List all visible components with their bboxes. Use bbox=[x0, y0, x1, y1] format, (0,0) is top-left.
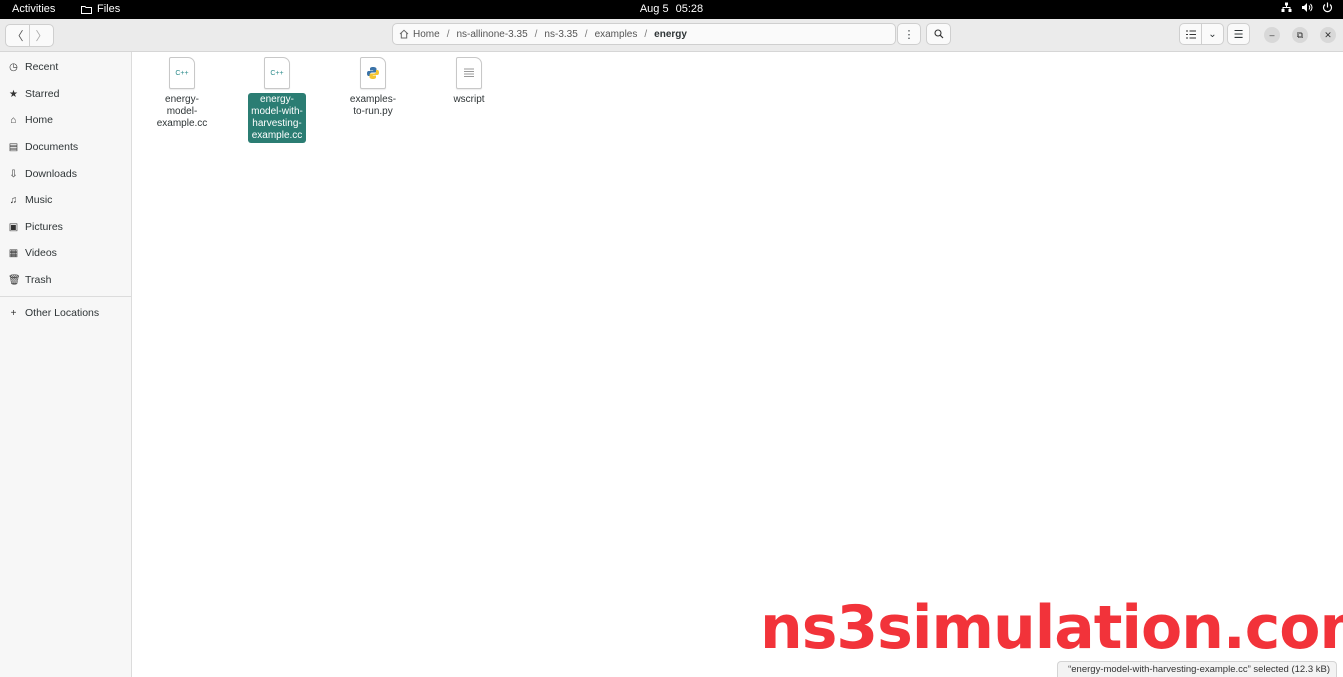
sidebar-item-recent[interactable]: ◷ Recent bbox=[8, 59, 58, 75]
sidebar-item-label: Starred bbox=[25, 88, 60, 100]
search-button[interactable] bbox=[926, 23, 951, 45]
date-label: Aug 5 bbox=[639, 3, 669, 15]
system-menu[interactable] bbox=[1281, 2, 1333, 13]
trash-icon: 🗑 bbox=[8, 274, 21, 286]
python-icon bbox=[367, 67, 379, 79]
path-bar: Home / ns-allinone-3.35 / ns-3.35 / exam… bbox=[392, 23, 896, 45]
breadcrumb-separator: / bbox=[446, 28, 450, 40]
minimize-button[interactable]: – bbox=[1264, 27, 1280, 43]
network-icon bbox=[1281, 2, 1292, 12]
sidebar-item-downloads[interactable]: ⇩ Downloads bbox=[8, 166, 77, 182]
sidebar-item-label: Videos bbox=[25, 247, 57, 259]
list-view-button[interactable] bbox=[1180, 24, 1201, 44]
file-name: examples-to-run.py bbox=[349, 94, 397, 117]
sidebar-item-pictures[interactable]: ▣ Pictures bbox=[8, 219, 63, 235]
breadcrumb-ns-allinone[interactable]: ns-allinone-3.35 bbox=[456, 29, 527, 40]
breadcrumb-home[interactable]: Home bbox=[399, 29, 440, 40]
file-name: energy-model-example.cc bbox=[156, 94, 208, 129]
file-item[interactable]: wscript bbox=[437, 57, 501, 107]
back-button[interactable]: 〈 bbox=[6, 25, 29, 46]
view-options-button[interactable]: ⌄ bbox=[1201, 24, 1223, 44]
sidebar-item-documents[interactable]: ▤ Documents bbox=[8, 139, 78, 155]
path-menu-button[interactable]: ⋮ bbox=[897, 23, 921, 45]
clock-icon: ◷ bbox=[9, 61, 18, 73]
sidebar-item-label: Documents bbox=[25, 141, 79, 153]
file-item-selected[interactable]: C++ energy-model-with-harvesting-example… bbox=[245, 57, 309, 143]
header-bar: 〈 〉 Home / ns-allinone-3.35 / ns-3.35 / … bbox=[0, 19, 1343, 52]
time-label: 05:28 bbox=[675, 3, 704, 15]
sidebar-item-home[interactable]: ⌂ Home bbox=[8, 112, 53, 128]
cpp-file-icon: C++ bbox=[169, 57, 195, 89]
file-item[interactable]: C++ energy-model-example.cc bbox=[150, 57, 214, 131]
picture-icon: ▣ bbox=[8, 221, 19, 233]
vertical-dots-icon: ⋮ bbox=[903, 28, 915, 41]
sidebar-item-other-locations[interactable]: + Other Locations bbox=[8, 305, 100, 321]
search-icon bbox=[933, 29, 943, 39]
text-file-icon bbox=[456, 57, 482, 89]
sidebar-item-label: Pictures bbox=[25, 221, 63, 233]
sidebar-item-music[interactable]: ♫ Music bbox=[8, 192, 53, 208]
volume-icon bbox=[1302, 3, 1313, 12]
power-icon bbox=[1322, 2, 1333, 13]
python-file-icon bbox=[360, 57, 386, 89]
close-icon: ✕ bbox=[1324, 29, 1332, 40]
close-button[interactable]: ✕ bbox=[1320, 27, 1336, 43]
breadcrumb-examples[interactable]: examples bbox=[595, 29, 638, 40]
hamburger-icon: ☰ bbox=[1233, 28, 1244, 41]
video-icon: ▦ bbox=[8, 247, 19, 259]
restore-icon: ⧉ bbox=[1296, 29, 1304, 40]
text-lines-icon bbox=[464, 68, 474, 77]
sidebar-item-label: Music bbox=[25, 194, 53, 206]
view-toggle-group: ⌄ bbox=[1179, 23, 1224, 45]
chevron-right-icon: 〉 bbox=[35, 29, 48, 43]
sidebar-item-trash[interactable]: 🗑 Trash bbox=[8, 272, 51, 288]
sidebar-item-label: Trash bbox=[25, 274, 52, 286]
plus-icon: + bbox=[10, 307, 17, 319]
status-bar: “energy-model-with-harvesting-example.cc… bbox=[1057, 661, 1337, 677]
clock[interactable]: Aug 5 05:28 bbox=[0, 3, 1343, 15]
breadcrumb-separator: / bbox=[584, 28, 588, 40]
watermark-text: ns3simulation.com bbox=[760, 593, 1343, 663]
file-name: energy-model-with-harvesting-example.cc bbox=[248, 93, 306, 143]
list-view-icon bbox=[1185, 30, 1196, 38]
file-item[interactable]: examples-to-run.py bbox=[341, 57, 405, 119]
sidebar-item-label: Other Locations bbox=[25, 307, 100, 319]
sidebar-item-videos[interactable]: ▦ Videos bbox=[8, 245, 57, 261]
cpp-file-icon: C++ bbox=[264, 57, 290, 89]
home-icon bbox=[399, 29, 409, 39]
chevron-down-icon: ⌄ bbox=[1208, 28, 1217, 40]
breadcrumb-label: Home bbox=[413, 28, 440, 40]
navigation-buttons: 〈 〉 bbox=[5, 24, 54, 47]
sidebar-item-label: Downloads bbox=[25, 168, 77, 180]
sidebar-item-label: Home bbox=[25, 114, 54, 126]
forward-button[interactable]: 〉 bbox=[29, 25, 53, 46]
file-name: wscript bbox=[453, 94, 485, 105]
breadcrumb-energy[interactable]: energy bbox=[654, 29, 687, 40]
top-bar: Activities Files Aug 5 05:28 bbox=[0, 0, 1343, 19]
sidebar-item-label: Recent bbox=[25, 61, 59, 73]
file-view[interactable]: C++ energy-model-example.cc C++ energy-m… bbox=[132, 52, 1343, 677]
sidebar-divider bbox=[0, 296, 131, 297]
breadcrumb-separator: / bbox=[644, 28, 648, 40]
download-icon: ⇩ bbox=[9, 168, 18, 180]
home-icon: ⌂ bbox=[10, 114, 17, 126]
chevron-left-icon: 〈 bbox=[11, 29, 24, 43]
maximize-button[interactable]: ⧉ bbox=[1292, 27, 1308, 43]
document-icon: ▤ bbox=[8, 141, 19, 153]
breadcrumb-ns-3-35[interactable]: ns-3.35 bbox=[544, 29, 577, 40]
star-icon: ★ bbox=[9, 88, 18, 100]
breadcrumb-separator: / bbox=[534, 28, 538, 40]
music-icon: ♫ bbox=[9, 194, 18, 206]
main-menu-button[interactable]: ☰ bbox=[1227, 23, 1250, 45]
minimize-icon: – bbox=[1269, 30, 1275, 40]
sidebar: ◷ Recent ★ Starred ⌂ Home ▤ Documents ⇩ … bbox=[0, 52, 132, 677]
sidebar-item-starred[interactable]: ★ Starred bbox=[8, 86, 59, 102]
